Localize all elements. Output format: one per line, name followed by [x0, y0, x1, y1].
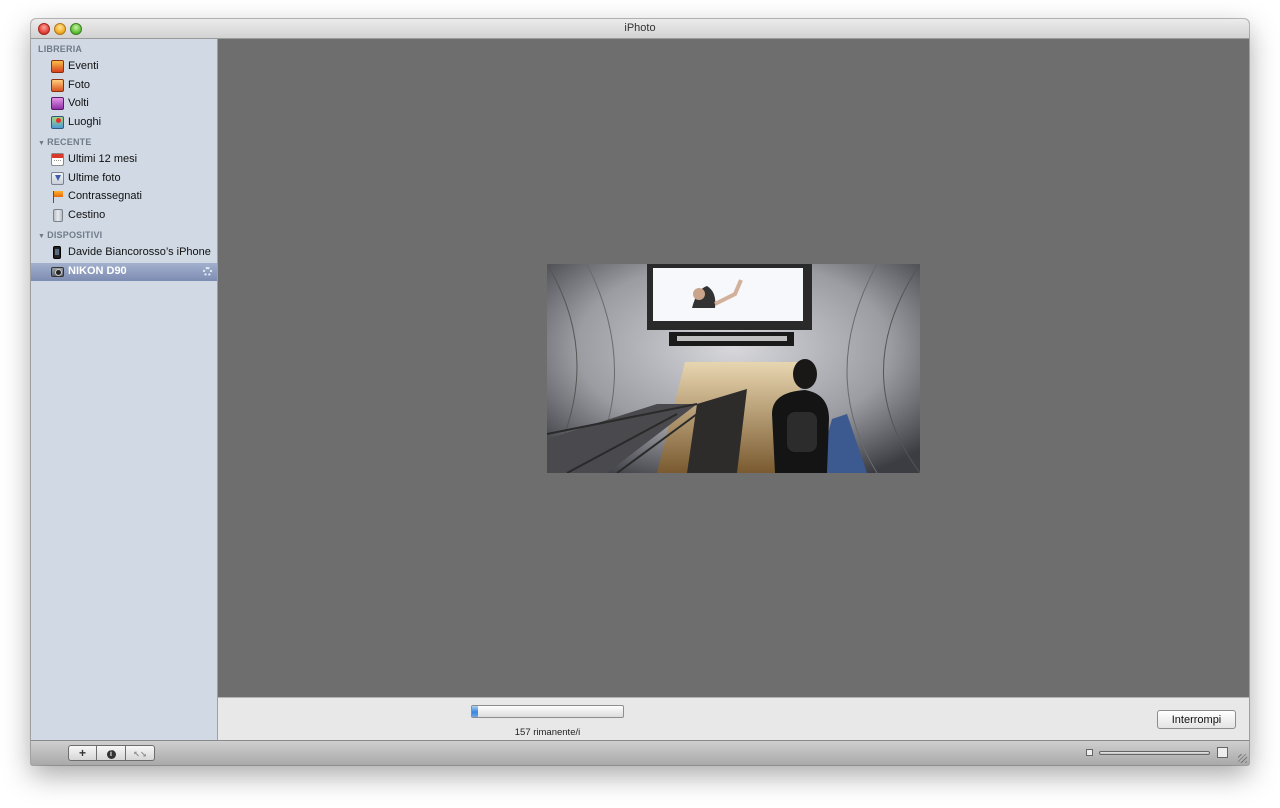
trash-icon: [53, 209, 63, 222]
sidebar-item-last-import[interactable]: Ultime foto: [31, 170, 217, 188]
import-progress-bar: [471, 705, 624, 718]
title-bar[interactable]: iPhoto: [31, 19, 1249, 39]
stop-import-button[interactable]: Interrompi: [1157, 710, 1236, 729]
import-preview-photo: [547, 264, 920, 473]
iphoto-window: iPhoto LIBRERIA Eventi Foto Volti Luoghi…: [31, 19, 1249, 765]
sidebar-item-label: Ultime foto: [68, 172, 121, 184]
fullscreen-button[interactable]: ↖↘: [126, 745, 155, 761]
sidebar-item-iphone[interactable]: Davide Biancorosso’s iPhone: [31, 244, 217, 262]
import-progress-fill: [472, 706, 479, 717]
places-icon: [51, 116, 64, 129]
sidebar-item-label: Contrassegnati: [68, 190, 142, 202]
sidebar-item-label: Eventi: [68, 60, 99, 72]
sidebar-item-places[interactable]: Luoghi: [31, 114, 217, 132]
plus-icon: +: [78, 746, 86, 760]
resize-grip-icon[interactable]: [1238, 754, 1247, 763]
faces-icon: [51, 97, 64, 110]
sidebar-item-flagged[interactable]: Contrassegnati: [31, 188, 217, 206]
sidebar-item-last-12-months[interactable]: Ultimi 12 mesi: [31, 151, 217, 169]
thumbnail-size-slider[interactable]: [1099, 751, 1210, 755]
disclosure-triangle-icon[interactable]: ▼: [38, 140, 45, 147]
info-button[interactable]: i: [97, 745, 126, 761]
section-header-label: RECENTE: [47, 137, 92, 147]
import-icon: [51, 172, 64, 185]
section-header-label: DISPOSITIVI: [47, 230, 103, 240]
window-title: iPhoto: [624, 22, 656, 34]
camera-icon: [51, 267, 64, 277]
sidebar-item-label: Foto: [68, 79, 91, 91]
calendar-icon: [51, 153, 64, 166]
photo-viewer: [218, 39, 1249, 697]
sidebar-item-events[interactable]: Eventi: [31, 58, 217, 76]
section-header-library: LIBRERIA: [38, 44, 83, 54]
sidebar-item-faces[interactable]: Volti: [31, 95, 217, 113]
bottom-toolbar: + i ↖↘: [31, 740, 1249, 765]
source-list-sidebar: LIBRERIA Eventi Foto Volti Luoghi ▼ RECEN…: [31, 39, 218, 740]
sidebar-item-label: Volti: [68, 97, 89, 109]
events-icon: [51, 60, 64, 73]
sidebar-item-label: Luoghi: [68, 116, 102, 128]
info-icon: i: [106, 750, 116, 759]
remaining-count-label: 157 rimanente/i: [514, 727, 581, 738]
activity-spinner-icon: [203, 267, 212, 276]
flag-icon: [51, 190, 64, 203]
sidebar-item-trash[interactable]: Cestino: [31, 207, 217, 225]
fullscreen-icon: ↖↘: [133, 750, 147, 759]
section-header-devices[interactable]: ▼ DISPOSITIVI: [38, 230, 102, 240]
sidebar-item-label: Cestino: [68, 209, 106, 221]
photo-image: [547, 264, 920, 473]
sidebar-item-label: Davide Biancorosso’s iPhone: [68, 246, 211, 258]
sidebar-item-nikon-d90[interactable]: NIKON D90: [31, 263, 217, 281]
photos-icon: [51, 79, 64, 92]
section-header-recent[interactable]: ▼ RECENTE: [38, 137, 92, 147]
sidebar-item-photos[interactable]: Foto: [31, 77, 217, 95]
sidebar-item-label: NIKON D90: [68, 265, 127, 277]
iphone-icon: [53, 246, 61, 259]
disclosure-triangle-icon[interactable]: ▼: [38, 233, 45, 240]
zoom-out-icon[interactable]: [1086, 749, 1093, 756]
zoom-in-icon[interactable]: [1217, 747, 1228, 758]
import-status-bar: 157 rimanente/i Interrompi: [218, 697, 1249, 740]
add-button[interactable]: +: [68, 745, 97, 761]
sidebar-item-label: Ultimi 12 mesi: [68, 153, 138, 165]
